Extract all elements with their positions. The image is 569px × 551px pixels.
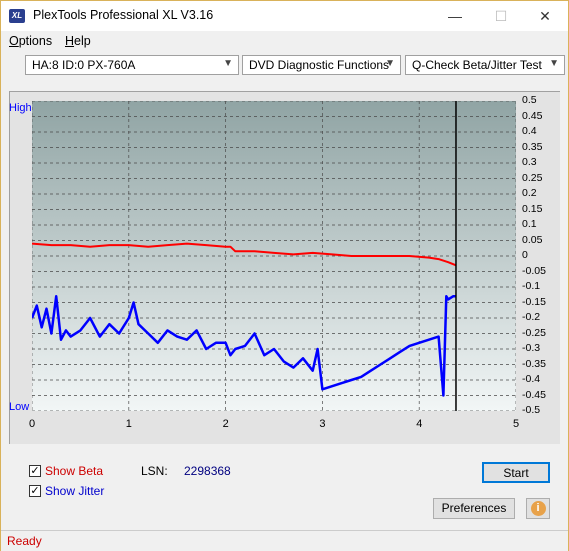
y-tick-label: 0	[522, 249, 528, 261]
preferences-button[interactable]: Preferences	[433, 498, 515, 519]
lsn-label: LSN:	[141, 464, 168, 478]
status-bar: Ready	[1, 530, 568, 551]
menu-options[interactable]: Options	[9, 34, 52, 48]
beta-jitter-chart	[32, 101, 516, 411]
y-tick-label: -0.45	[522, 388, 546, 401]
check-icon: ✓	[30, 485, 40, 497]
menu-help-label: elp	[74, 34, 91, 48]
y-tick-label: -0.3	[522, 342, 541, 354]
y-tick-label: -0.2	[522, 311, 541, 323]
y-tick-label: 0.45	[522, 109, 543, 122]
show-beta-checkbox[interactable]: ✓	[29, 465, 41, 477]
chevron-down-icon: ▼	[385, 58, 395, 69]
x-tick-label: 2	[222, 418, 229, 430]
menu-options-accel: O	[9, 34, 19, 48]
title-bar: XL PlexTools Professional XL V3.16 — ☐ ✕	[1, 1, 568, 31]
menu-help-accel: H	[65, 34, 75, 48]
window-title: PlexTools Professional XL V3.16	[33, 8, 214, 22]
menu-bar: Options Help	[1, 31, 568, 51]
main-window: XL PlexTools Professional XL V3.16 — ☐ ✕…	[0, 0, 569, 551]
menu-options-label: ptions	[18, 34, 53, 48]
x-tick-label: 5	[513, 418, 520, 430]
x-tick-label: 0	[29, 418, 36, 430]
chevron-down-icon: ▼	[223, 58, 233, 69]
test-select[interactable]: Q-Check Beta/Jitter Test ▼	[405, 55, 565, 75]
y-tick-label: -0.5	[522, 404, 541, 416]
minimize-button[interactable]: —	[432, 1, 478, 31]
start-button[interactable]: Start	[482, 462, 550, 483]
y-tick-label: 0.5	[522, 94, 537, 106]
x-tick-label: 1	[125, 418, 132, 430]
drive-select-value: HA:8 ID:0 PX-760A	[32, 58, 136, 72]
y-tick-label: 0.2	[522, 187, 537, 199]
show-beta-label[interactable]: Show Beta	[45, 464, 103, 478]
y-label-high: High	[9, 102, 32, 114]
function-select[interactable]: DVD Diagnostic Functions ▼	[242, 55, 401, 75]
y-label-low: Low	[9, 401, 30, 413]
app-logo-icon: XL	[9, 9, 25, 23]
menu-help[interactable]: Help	[65, 34, 91, 48]
y-tick-label: -0.1	[522, 280, 541, 292]
maximize-button[interactable]: ☐	[478, 1, 524, 31]
y-tick-label: 0.3	[522, 156, 537, 168]
chevron-down-icon: ▼	[549, 58, 559, 69]
show-jitter-label[interactable]: Show Jitter	[45, 484, 104, 498]
y-tick-label: -0.35	[522, 357, 546, 370]
y-tick-label: 0.15	[522, 202, 543, 215]
test-select-value: Q-Check Beta/Jitter Test	[412, 58, 542, 72]
status-text: Ready	[7, 534, 42, 548]
y-tick-label: -0.25	[522, 326, 546, 339]
y-tick-label: 0.35	[522, 140, 543, 153]
function-select-value: DVD Diagnostic Functions	[249, 58, 390, 72]
y-tick-label: 0.1	[522, 218, 537, 230]
y-tick-label: 0.4	[522, 125, 537, 137]
info-button[interactable]: i	[526, 498, 550, 519]
x-tick-label: 3	[319, 418, 326, 430]
close-button[interactable]: ✕	[522, 1, 568, 31]
y-tick-label: 0.25	[522, 171, 543, 184]
check-icon: ✓	[30, 465, 40, 477]
lsn-value: 2298368	[184, 464, 231, 478]
y-tick-label: -0.4	[522, 373, 541, 385]
show-jitter-checkbox[interactable]: ✓	[29, 485, 41, 497]
info-icon: i	[530, 501, 546, 516]
y-tick-label: -0.05	[522, 264, 546, 277]
y-tick-label: 0.05	[522, 233, 543, 246]
y-tick-label: -0.15	[522, 295, 546, 308]
x-tick-label: 4	[416, 418, 423, 430]
drive-select[interactable]: HA:8 ID:0 PX-760A ▼	[25, 55, 239, 75]
